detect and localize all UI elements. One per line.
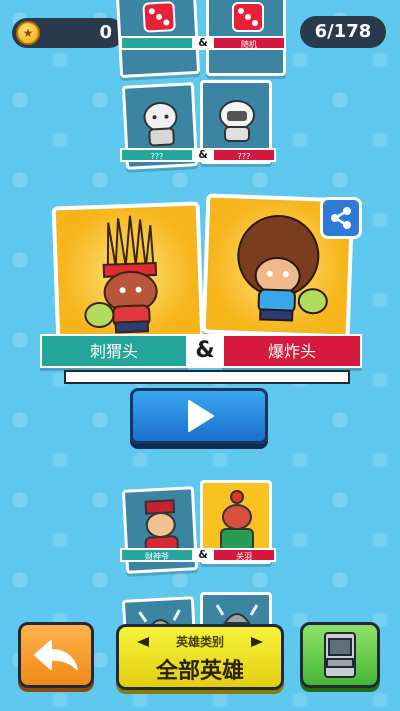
arcade-cabinet-icon <box>324 632 356 678</box>
ampersand: & <box>194 148 212 162</box>
hero-name-right: 爆炸头 <box>222 334 362 368</box>
ampersand: & <box>194 36 212 50</box>
hero-card-hedgehog <box>51 201 205 347</box>
mystery-hero-icon <box>143 101 178 147</box>
mystery-hero-icon <box>219 100 255 142</box>
play-icon <box>188 400 214 432</box>
random-right-label: 随机 <box>212 36 286 50</box>
hero-name-left: 刺猬头 <box>40 334 188 368</box>
random-left-label <box>120 36 194 50</box>
arrow-left-icon <box>137 637 149 647</box>
collection-progress: 6/178 <box>300 16 386 48</box>
arcade-cabinet-button[interactable] <box>300 622 380 688</box>
locked-right-label: ??? <box>212 148 276 162</box>
card-shadow-strip <box>64 370 350 384</box>
play-button[interactable] <box>130 388 268 444</box>
dice-icon <box>142 1 176 33</box>
coin-counter: ★ 0 <box>12 18 124 48</box>
back-arrow-icon <box>34 640 78 670</box>
share-button[interactable] <box>320 197 362 239</box>
arrow-right-icon <box>251 637 263 647</box>
ampersand: & <box>194 548 212 562</box>
hero-name-wealth-god: 财神爷 <box>120 548 194 562</box>
coin-icon: ★ <box>16 21 40 45</box>
locked-left-label: ??? <box>120 148 194 162</box>
hedgehog-hero-icon <box>84 215 158 334</box>
coin-value: 0 <box>99 22 112 43</box>
share-icon <box>331 207 351 229</box>
back-button[interactable] <box>18 622 94 688</box>
hero-name-guan-yu: 关羽 <box>212 548 276 562</box>
dice-icon <box>232 2 264 32</box>
ampersand: & <box>186 334 224 368</box>
hero-category-button[interactable]: 英雄类别 全部英雄 <box>116 624 284 690</box>
category-value: 全部英雄 <box>155 659 244 684</box>
